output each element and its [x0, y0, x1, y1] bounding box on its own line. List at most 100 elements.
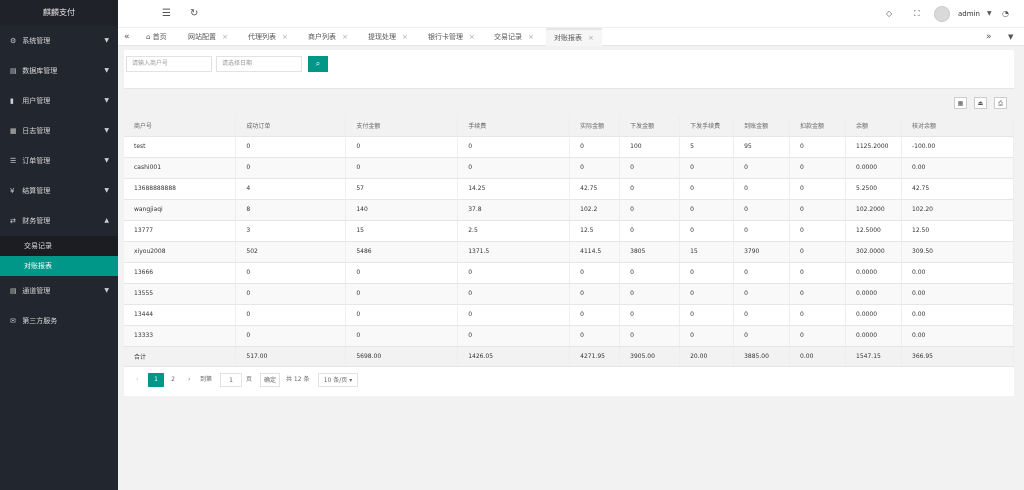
table-cell: 0 — [789, 136, 847, 158]
sidebar-item-yen[interactable]: ¥ 结算管理 ▼ — [0, 176, 118, 206]
tab-site-config[interactable]: 网站配置 × — [188, 28, 228, 46]
table-cell: xiyou2008 — [124, 241, 237, 263]
page-size-select[interactable]: 10 条/页 ▾ — [318, 373, 358, 387]
table-cell: test — [124, 136, 237, 158]
sidebar-subitem-reconciliation[interactable]: 对账报表 — [0, 256, 118, 276]
top-header: ☰ ↻ ◇ ⛶ admin ▼ ◔ — [118, 0, 1024, 28]
transfer-icon: ⇄ — [10, 217, 16, 225]
table-cell: 0.00 — [901, 262, 1014, 284]
chevron-down-icon: ▼ — [104, 97, 109, 104]
menu-collapse-icon[interactable]: ☰ — [162, 0, 171, 28]
sidebar-item-order[interactable]: ☰ 订单管理 ▼ — [0, 146, 118, 176]
table-cell: 0 — [235, 304, 347, 326]
refresh-icon[interactable]: ↻ — [190, 0, 198, 28]
tabs-next-icon[interactable]: » — [986, 28, 992, 46]
table-cell: 0 — [345, 136, 459, 158]
sidebar-item-channel[interactable]: ▤ 通道管理 ▼ — [0, 276, 118, 306]
table-cell: 0.00 — [901, 325, 1014, 347]
table-cell: 37.8 — [457, 199, 571, 221]
table-cell: 0 — [733, 283, 791, 305]
theme-icon[interactable]: ◔ — [1002, 0, 1009, 28]
sidebar-item-transfer[interactable]: ⇄ 财务管理 ▲ — [0, 206, 118, 236]
tab-home[interactable]: ⌂ 首页 — [146, 28, 167, 46]
avatar[interactable] — [934, 6, 950, 22]
close-icon[interactable]: × — [588, 34, 594, 42]
table-cell: 13333 — [124, 325, 237, 347]
log-icon: ▦ — [10, 127, 17, 135]
tab-merchant-list[interactable]: 商户列表 × — [308, 28, 348, 46]
close-icon[interactable]: × — [222, 33, 228, 41]
column-header: 到账金额 — [733, 116, 791, 137]
table-cell: 95 — [733, 136, 791, 158]
table-cell: 8 — [235, 199, 347, 221]
sidebar-item-log[interactable]: ▦ 日志管理 ▼ — [0, 116, 118, 146]
column-header: 扣款金额 — [789, 116, 847, 137]
table-cell: 0 — [619, 283, 681, 305]
prev-page-icon[interactable]: ‹ — [136, 373, 138, 387]
next-page-icon[interactable]: › — [188, 373, 190, 387]
sidebar-item-gear[interactable]: ⚙ 系统管理 ▼ — [0, 26, 118, 56]
user-name[interactable]: admin — [958, 0, 980, 28]
finance-submenu: 交易记录 对账报表 — [0, 236, 118, 276]
close-icon[interactable]: × — [402, 33, 408, 41]
table-row: 13666 0 0 0 0 0 0 0 0 0.0000 0.00 — [124, 262, 1014, 284]
page-unit-label: 页 — [246, 376, 253, 383]
tab-withdraw[interactable]: 提现处理 × — [368, 28, 408, 46]
date-picker-input[interactable]: 请选择日期 — [216, 56, 302, 72]
print-icon[interactable]: ⎙ — [994, 97, 1007, 109]
sidebar-item-mail[interactable]: ✉ 第三方服务 — [0, 306, 118, 336]
close-icon[interactable]: × — [469, 33, 475, 41]
table-total-row: 合计 517.00 5698.00 1426.05 4271.95 3905.00 20.0… — [124, 346, 1014, 367]
chevron-down-icon: ▼ — [104, 287, 109, 294]
table-cell: 0 — [619, 304, 681, 326]
tabs-menu-icon[interactable]: ▼ — [1008, 28, 1013, 46]
goto-label: 到第 — [200, 376, 213, 383]
tag-icon[interactable]: ◇ — [886, 0, 892, 28]
page-2-button[interactable]: 2 — [168, 373, 178, 387]
tab-reconciliation[interactable]: 对账报表 × — [546, 28, 602, 46]
table-cell: 0 — [733, 325, 791, 347]
table-cell: wangjiaqi — [124, 199, 237, 221]
table-cell: 0 — [457, 262, 571, 284]
table-cell: 5.2500 — [845, 178, 902, 200]
database-icon: ▤ — [10, 67, 17, 75]
table-row: 13777 3 15 2.5 12.5 0 0 0 0 12.5000 12.50 — [124, 220, 1014, 242]
close-icon[interactable]: × — [528, 33, 534, 41]
close-icon[interactable]: × — [282, 33, 288, 41]
table-cell: 0 — [679, 325, 735, 347]
search-button[interactable]: ⌕ — [308, 56, 328, 72]
column-header: 下发手续费 — [679, 116, 735, 137]
fullscreen-icon[interactable]: ⛶ — [914, 0, 920, 28]
table-row: wangjiaqi 8 140 37.8 102.2 0 0 0 0 102.2000 102.20 — [124, 199, 1014, 221]
table-cell: 502 — [235, 241, 347, 263]
tab-transactions[interactable]: 交易记录 × — [494, 28, 534, 46]
tab-bank-card[interactable]: 银行卡管理 × — [428, 28, 475, 46]
sidebar-item-database[interactable]: ▤ 数据库管理 ▼ — [0, 56, 118, 86]
confirm-button[interactable]: 确定 — [260, 373, 280, 387]
table-cell: 0 — [789, 283, 847, 305]
table-cell: 12.50 — [901, 220, 1014, 242]
table-cell: 4 — [235, 178, 347, 200]
sidebar-item-user[interactable]: ▮ 用户管理 ▼ — [0, 86, 118, 116]
export-icon[interactable]: ⏏ — [974, 97, 987, 109]
table-cell: 0 — [679, 178, 735, 200]
total-cell: 3905.00 — [619, 346, 681, 367]
close-icon[interactable]: × — [342, 33, 348, 41]
table-cell: 0 — [789, 304, 847, 326]
table-cell: 0 — [235, 157, 347, 179]
table-cell: 0 — [235, 325, 347, 347]
user-dropdown-icon[interactable]: ▼ — [987, 0, 992, 28]
app-logo: 麒麟支付 — [0, 0, 118, 26]
table-cell: 5 — [679, 136, 735, 158]
columns-filter-icon[interactable]: ▦ — [954, 97, 967, 109]
merchant-search-input[interactable]: 请输入商户号 — [126, 56, 212, 72]
sidebar-subitem-transactions[interactable]: 交易记录 — [0, 236, 118, 256]
tabs-prev-icon[interactable]: « — [124, 28, 130, 46]
page-1-button[interactable]: 1 — [148, 373, 164, 387]
goto-page-input[interactable]: 1 — [220, 373, 242, 387]
table-cell: 5486 — [345, 241, 459, 263]
table-cell: 15 — [345, 220, 459, 242]
chevron-down-icon: ▾ — [349, 377, 353, 384]
table-cell: 0 — [733, 304, 791, 326]
tab-agent-list[interactable]: 代理列表 × — [248, 28, 288, 46]
